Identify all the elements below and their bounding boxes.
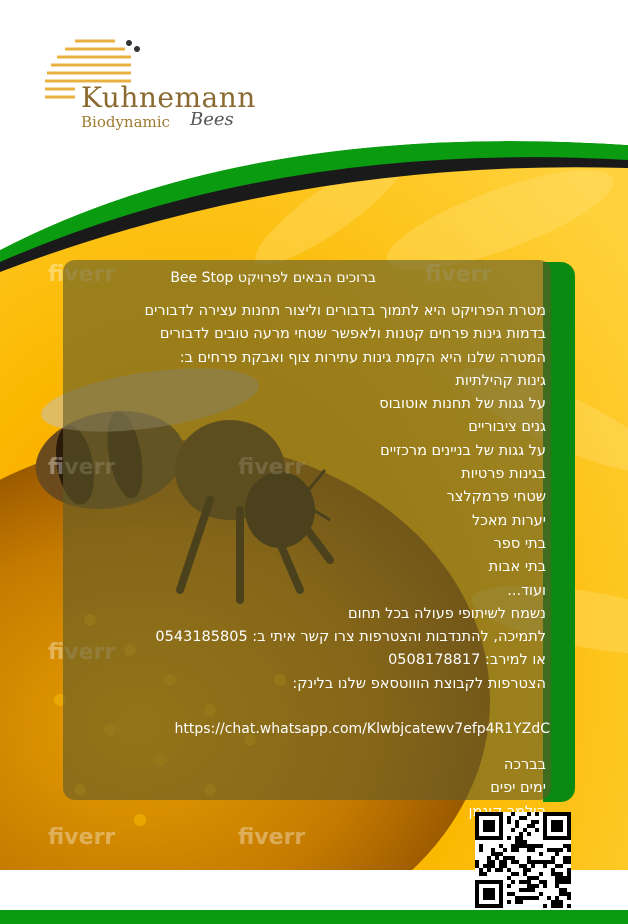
text-line: גנים ציבוריים	[468, 419, 546, 436]
text-line: יערות מאכל	[471, 512, 546, 529]
signature-line: בברכה	[503, 757, 546, 774]
text-line: על גגות של בניינים מרכזיים	[380, 442, 546, 459]
qr-code-icon	[475, 812, 571, 908]
text-line: גינות קהילתיות	[455, 372, 546, 389]
announcement-text: ברוכים הבאים לפרויקט Bee Stop מטרת הפרוי…	[76, 268, 550, 824]
text-line: המטרה שלנו היא הקמת גינות עתירות צוף ואב…	[179, 349, 546, 366]
watermark: fiverr	[238, 825, 306, 850]
text-line: ועוד...	[507, 582, 546, 599]
page-title: ברוכים הבאים לפרויקט Bee Stop	[170, 270, 376, 286]
contact-line: לתמיכה, להתנדבות והצטרפות צרו קשר איתי ב…	[155, 629, 546, 646]
text-line: בתי ספר	[493, 535, 546, 552]
text-line: בדמות גינות פרחים קטנות ולאפשר שטחי מרעה…	[159, 326, 546, 343]
bottom-bar	[0, 910, 628, 924]
brand-logo: Kuhnemann Biodynamic Bees	[45, 35, 255, 135]
text-line: על גגות של תחנות אוטובוס	[379, 396, 546, 413]
text-line: נשמח לשיתופי פעולה בכל תחום	[347, 605, 546, 622]
contact-line: או למירב: 0508178817	[388, 652, 546, 669]
logo-subtitle: Biodynamic	[81, 113, 170, 131]
watermark: fiverr	[48, 825, 116, 850]
signature-line: ימים יפים	[490, 780, 546, 797]
text-line: בגינות פרטיות	[461, 466, 546, 483]
whatsapp-link[interactable]: https://chat.whatsapp.com/Klwbjcatewv7ef…	[76, 718, 550, 740]
qr-code[interactable]	[475, 812, 571, 908]
text-line: מטרת הפרויקט היא לתמוך בדבורים וליצור תח…	[144, 303, 546, 319]
text-line: הצטרפות לקבוצת הוווטסאפ שלנו בלינק:	[292, 675, 546, 692]
text-line: שטחי פרמקלצר	[446, 489, 546, 506]
text-line: בתי אבות	[488, 559, 546, 576]
logo-script: Bees	[190, 109, 234, 130]
